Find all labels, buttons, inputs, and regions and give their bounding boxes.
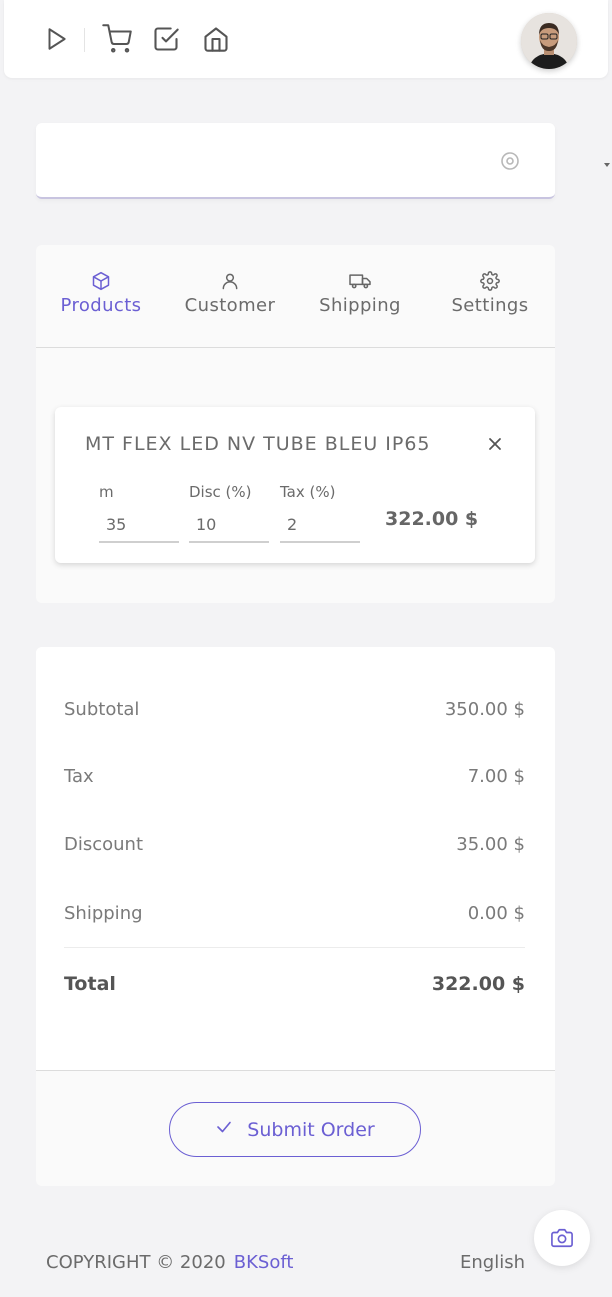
target-icon[interactable] <box>500 151 520 171</box>
checkbox-icon[interactable] <box>151 24 181 54</box>
tax-input[interactable] <box>280 507 360 543</box>
shipping-summary-value: 0.00 $ <box>467 903 525 924</box>
shipping-row: Shipping 0.00 $ <box>64 903 525 933</box>
discount-input[interactable] <box>189 507 269 543</box>
check-icon <box>215 1118 233 1141</box>
brand-link[interactable]: BKSoft <box>234 1252 294 1273</box>
item-line-total: 322.00 $ <box>385 508 479 530</box>
tax-row: Tax 7.00 $ <box>64 766 525 796</box>
total-label: Total <box>64 973 116 995</box>
tab-label: Customer <box>184 295 276 316</box>
submit-order-button[interactable]: Submit Order <box>169 1102 421 1157</box>
language-selector[interactable]: English <box>460 1252 525 1273</box>
toolbar-divider <box>84 28 85 52</box>
tax-summary-value: 7.00 $ <box>467 766 525 787</box>
play-icon[interactable] <box>41 24 71 54</box>
close-icon[interactable] <box>485 434 505 454</box>
total-value: 322.00 $ <box>431 973 525 995</box>
top-toolbar <box>4 0 608 78</box>
truck-icon <box>295 271 425 291</box>
cart-icon[interactable] <box>102 24 132 54</box>
total-row: Total 322.00 $ <box>64 973 525 1003</box>
card-footer-divider <box>36 1070 555 1071</box>
item-title: MT FLEX LED NV TUBE BLEU IP65 <box>85 433 431 455</box>
user-icon <box>165 271 295 291</box>
tabs-divider <box>36 347 555 348</box>
quantity-label: m <box>99 483 114 501</box>
order-tabs-card: Products Customer Shipping Settings MT F… <box>36 245 555 603</box>
subtotal-row: Subtotal 350.00 $ <box>64 699 525 729</box>
discount-label: Disc (%) <box>189 483 252 501</box>
chevron-down-icon[interactable] <box>602 156 612 167</box>
product-search-input[interactable] <box>52 141 492 181</box>
summary-divider <box>64 947 525 948</box>
tax-label: Tax (%) <box>280 483 336 501</box>
order-summary-card: Subtotal 350.00 $ Tax 7.00 $ Discount 35… <box>36 647 555 1186</box>
discount-row: Discount 35.00 $ <box>64 834 525 864</box>
discount-summary-value: 35.00 $ <box>456 834 525 855</box>
copyright-text: COPYRIGHT © 2020 <box>46 1252 226 1273</box>
submit-order-label: Submit Order <box>247 1118 375 1141</box>
quantity-input[interactable] <box>99 507 179 543</box>
tab-settings[interactable]: Settings <box>425 271 555 323</box>
tab-label: Settings <box>451 295 529 316</box>
shipping-summary-label: Shipping <box>64 903 143 924</box>
footer-copyright: COPYRIGHT © 2020 BKSoft <box>46 1252 293 1273</box>
home-icon[interactable] <box>201 24 231 54</box>
subtotal-value: 350.00 $ <box>444 699 525 720</box>
tax-summary-label: Tax <box>64 766 94 787</box>
camera-icon[interactable] <box>534 1210 590 1266</box>
tab-shipping[interactable]: Shipping <box>295 271 425 323</box>
tab-products[interactable]: Products <box>36 271 166 323</box>
discount-summary-label: Discount <box>64 834 144 855</box>
product-search-card <box>36 123 555 199</box>
tab-label: Products <box>60 295 142 316</box>
box-icon <box>36 271 166 291</box>
subtotal-label: Subtotal <box>64 699 140 720</box>
gear-icon <box>425 271 555 291</box>
tab-label: Shipping <box>319 295 401 316</box>
tab-customer[interactable]: Customer <box>165 271 295 323</box>
cart-item-card: MT FLEX LED NV TUBE BLEU IP65 m Disc (%)… <box>55 407 535 563</box>
avatar[interactable] <box>521 13 577 69</box>
